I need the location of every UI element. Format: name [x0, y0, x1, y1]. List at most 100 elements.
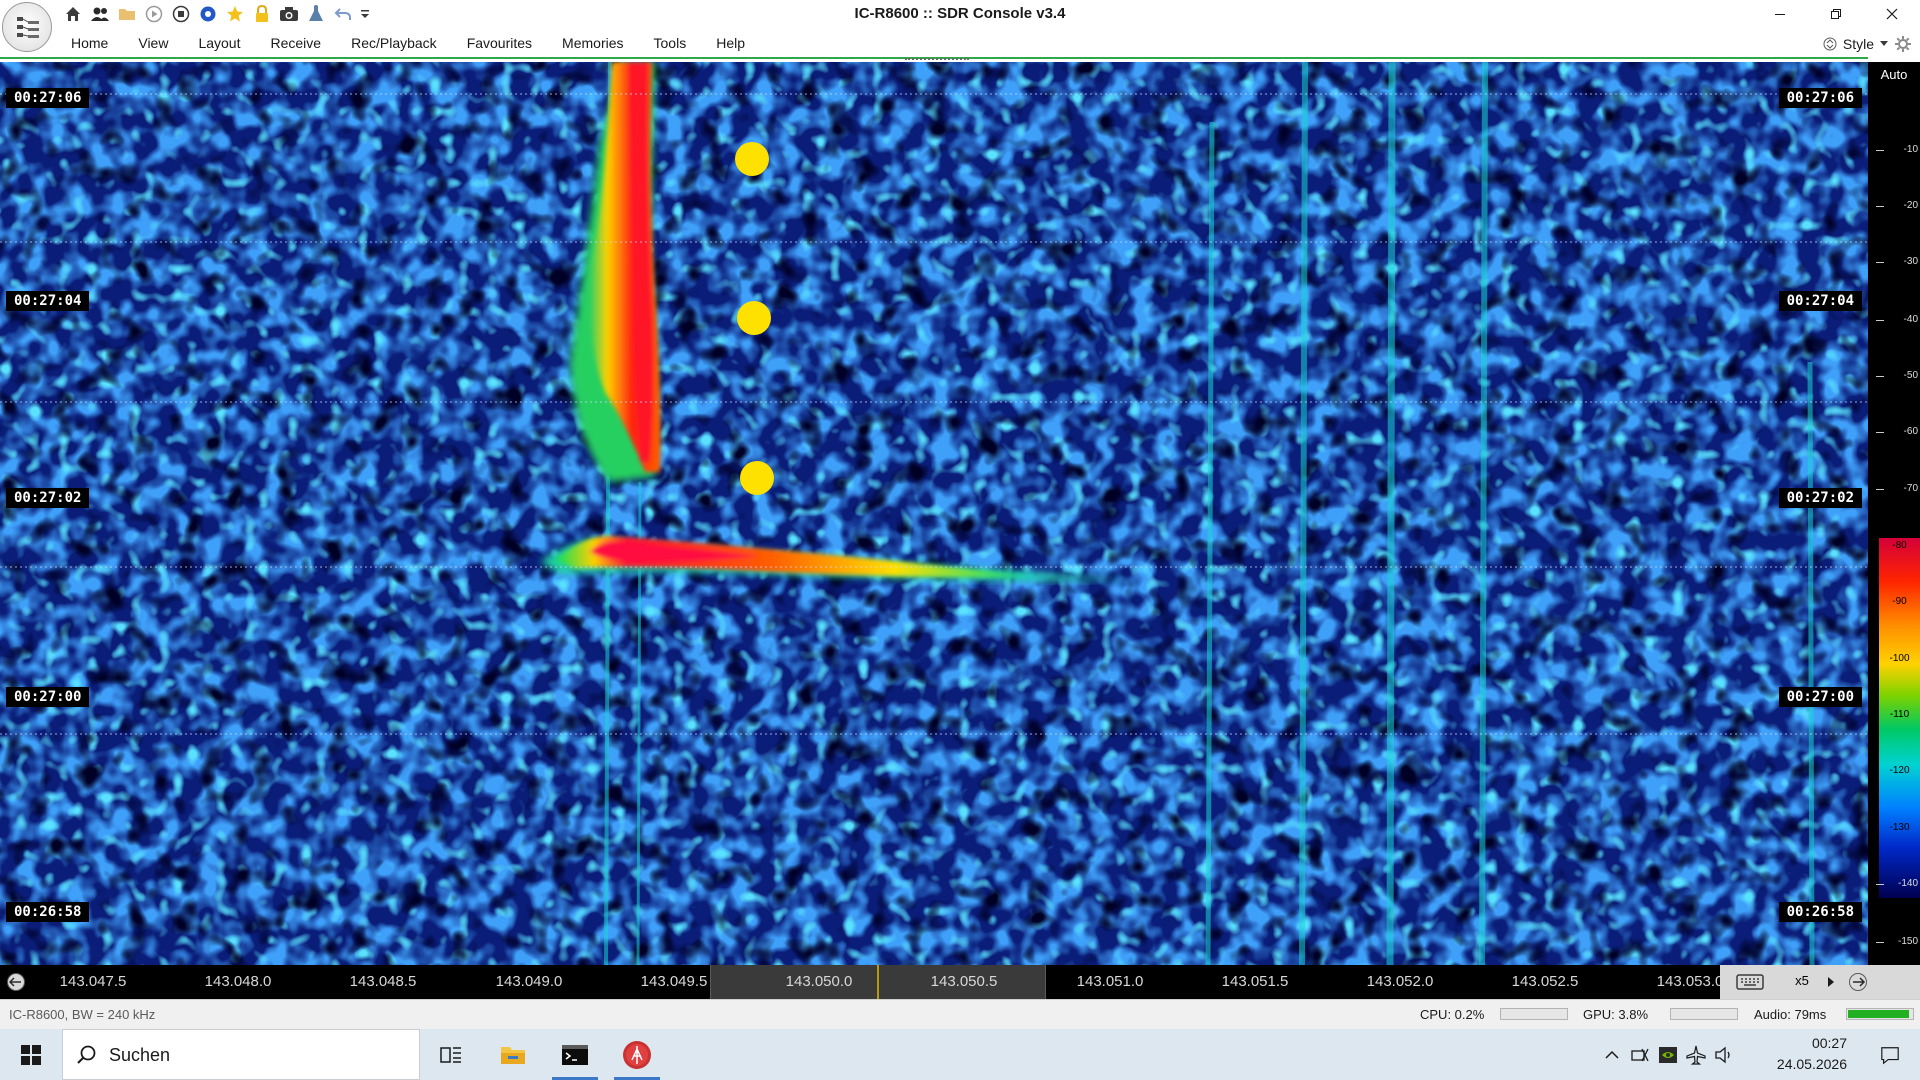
time-label: 00:27:02	[6, 488, 90, 508]
db-tick	[1876, 489, 1884, 490]
app-menu-button[interactable]	[2, 2, 52, 52]
taskbar: Suchen 00:27 24.05.2026	[0, 1029, 1920, 1080]
close-icon	[1886, 8, 1898, 20]
db-label: -70	[1903, 483, 1918, 494]
frequency-label: 143.053.0	[1656, 973, 1724, 990]
menu-help[interactable]: Help	[701, 30, 760, 57]
menu-view[interactable]: View	[123, 30, 183, 57]
db-tick	[1876, 206, 1884, 207]
terminal-icon	[562, 1044, 588, 1065]
style-dropdown[interactable]: Style	[1843, 36, 1874, 52]
menu-tools[interactable]: Tools	[639, 30, 702, 57]
chevron-down-icon[interactable]	[1880, 40, 1888, 47]
restore-icon	[1831, 9, 1841, 19]
frequency-controls: x5	[1720, 965, 1920, 999]
record-icon[interactable]	[197, 3, 219, 25]
close-button[interactable]	[1864, 0, 1920, 28]
time-label: 00:27:06	[6, 88, 90, 108]
folder-icon[interactable]	[116, 3, 138, 25]
db-label: -110	[1889, 709, 1910, 720]
start-button[interactable]	[0, 1029, 62, 1080]
network-icon[interactable]	[1630, 1045, 1650, 1065]
title-bar: IC-R8600 :: SDR Console v3.4	[0, 0, 1920, 30]
db-tick	[1876, 942, 1884, 943]
frequency-label: 143.049.0	[495, 973, 563, 990]
sdr-console-icon	[623, 1040, 651, 1069]
minimize-button[interactable]	[1752, 0, 1808, 28]
menu-memories[interactable]: Memories	[547, 30, 638, 57]
volume-icon[interactable]	[1714, 1045, 1734, 1065]
db-label: -80	[1892, 540, 1907, 551]
notification-icon[interactable]	[1880, 1045, 1900, 1065]
time-label: 00:27:04	[6, 291, 90, 311]
frequency-label: 143.052.0	[1366, 973, 1434, 990]
color-scale-bar[interactable]: -80 -90 -100 -110 -120 -130	[1879, 538, 1920, 898]
db-label: -130	[1889, 822, 1910, 833]
sdr-console-button[interactable]	[606, 1029, 668, 1080]
home-icon[interactable]	[62, 3, 84, 25]
scroll-left-icon[interactable]	[6, 972, 26, 992]
lock-icon[interactable]	[251, 3, 273, 25]
db-label: -50	[1903, 370, 1918, 381]
flask-icon[interactable]	[305, 3, 327, 25]
stop-icon[interactable]	[170, 3, 192, 25]
frequency-axis[interactable]: 143.047.5 143.048.0 143.048.5 143.049.0 …	[0, 965, 1920, 999]
menu-favourites[interactable]: Favourites	[452, 30, 547, 57]
app-logo-icon	[17, 17, 39, 38]
undo-icon[interactable]	[332, 3, 354, 25]
db-label: -120	[1889, 765, 1910, 776]
minimize-icon	[1775, 14, 1785, 15]
gear-icon[interactable]	[1894, 35, 1912, 53]
time-label: 00:27:04	[1778, 291, 1862, 311]
clock-time[interactable]: 00:27	[1812, 1035, 1847, 1051]
waterfall-display[interactable]: 00:27:06 00:27:06 00:27:04 00:27:04 00:2…	[0, 62, 1868, 965]
menu-home[interactable]: Home	[56, 30, 123, 57]
chevron-right-icon[interactable]	[1824, 973, 1838, 991]
scroll-right-icon[interactable]	[1848, 972, 1868, 992]
db-tick	[1876, 320, 1884, 321]
db-tick	[1876, 262, 1884, 263]
search-box[interactable]: Suchen	[62, 1029, 420, 1080]
status-bar: IC-R8600, BW = 240 kHz CPU: 0.2% GPU: 3.…	[0, 999, 1920, 1029]
db-label: -150	[1897, 936, 1918, 947]
customize-dropdown-icon[interactable]	[359, 3, 371, 25]
menu-receive[interactable]: Receive	[256, 30, 337, 57]
frequency-label: 143.051.0	[1076, 973, 1144, 990]
db-label: -40	[1903, 314, 1918, 325]
frequency-label: 143.048.5	[349, 973, 417, 990]
frequency-label: 143.049.5	[640, 973, 708, 990]
nvidia-icon[interactable]	[1658, 1045, 1678, 1065]
db-label: -100	[1889, 653, 1910, 664]
task-view-button[interactable]	[420, 1029, 482, 1080]
system-tray: 00:27 24.05.2026	[1590, 1029, 1920, 1080]
menu-layout[interactable]: Layout	[183, 30, 255, 57]
db-tick	[1876, 150, 1884, 151]
star-icon[interactable]	[224, 3, 246, 25]
users-icon[interactable]	[89, 3, 111, 25]
chevron-up-icon[interactable]	[1602, 1045, 1622, 1065]
window-controls	[1752, 0, 1920, 28]
menu-rec-playback[interactable]: Rec/Playback	[336, 30, 452, 57]
radio-info: IC-R8600, BW = 240 kHz	[9, 1007, 156, 1022]
time-label: 00:26:58	[1778, 902, 1862, 922]
play-icon[interactable]	[143, 3, 165, 25]
restore-button[interactable]	[1808, 0, 1864, 28]
band-edge	[1045, 965, 1046, 999]
db-tick	[1876, 376, 1884, 377]
style-spinner-icon[interactable]	[1823, 35, 1837, 53]
frequency-label: 143.047.5	[59, 973, 127, 990]
db-label: -30	[1903, 256, 1918, 267]
style-group: Style	[1823, 30, 1912, 57]
clock-date[interactable]: 24.05.2026	[1777, 1056, 1847, 1072]
zoom-level[interactable]: x5	[1782, 973, 1822, 988]
auto-scale-button[interactable]: Auto	[1874, 66, 1914, 84]
audio-meter	[1846, 1008, 1914, 1020]
file-explorer-button[interactable]	[482, 1029, 544, 1080]
tuning-center-line[interactable]	[877, 965, 879, 999]
terminal-button[interactable]	[544, 1029, 606, 1080]
cpu-usage: CPU: 0.2%	[1420, 1007, 1485, 1022]
airplane-mode-icon[interactable]	[1686, 1045, 1706, 1065]
keyboard-icon[interactable]	[1732, 971, 1768, 993]
camera-icon[interactable]	[278, 3, 300, 25]
gpu-usage: GPU: 3.8%	[1583, 1007, 1649, 1022]
